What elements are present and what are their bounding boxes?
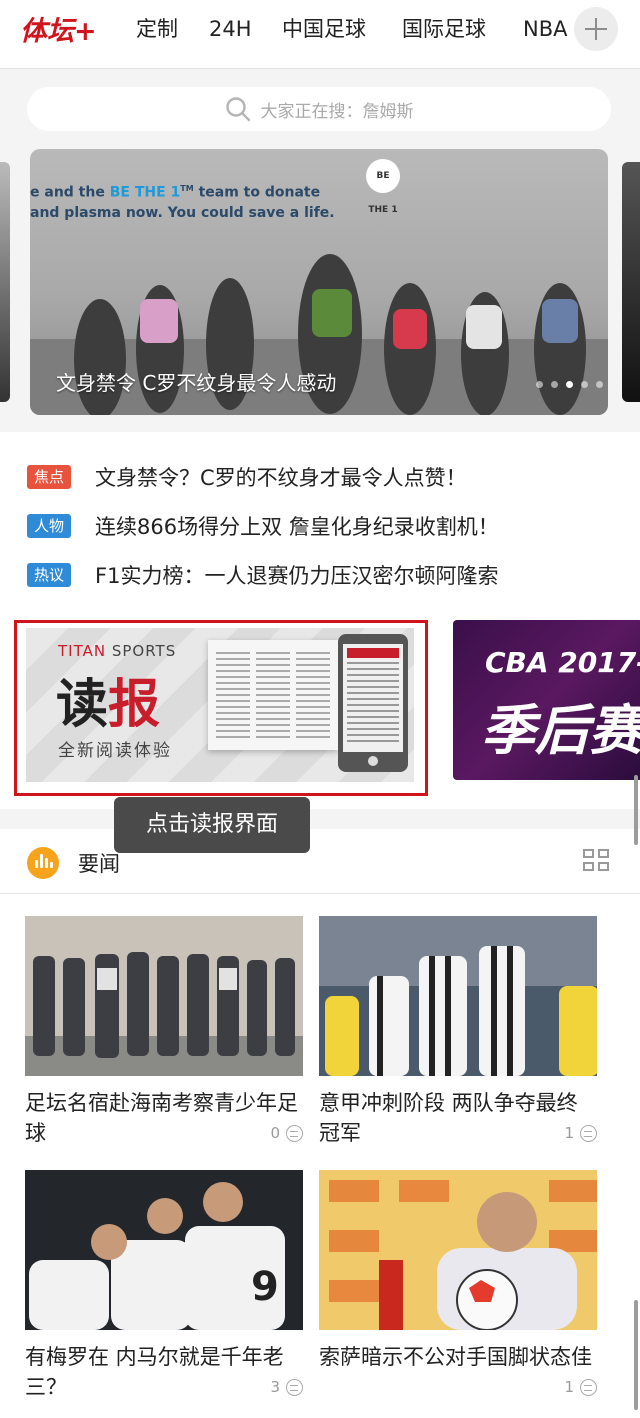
- titan-sports-brand: TITAN SPORTS: [58, 642, 177, 660]
- vertical-scrollbar-lower[interactable]: [634, 1300, 638, 1410]
- comment-icon: [286, 1378, 303, 1396]
- comment-icon: [580, 1124, 597, 1142]
- carousel-dot[interactable]: [581, 381, 588, 388]
- news-card[interactable]: 足坛名宿赴海南考察青少年足球 0: [25, 916, 303, 1146]
- carousel-dot-active[interactable]: [566, 381, 573, 388]
- banner-wall-text: e and the BE THE 1TM team to donate and …: [30, 184, 335, 221]
- read-newspaper-promo[interactable]: TITAN SPORTS 读报 全新阅读体验: [14, 620, 428, 796]
- search-input[interactable]: 大家正在搜：詹姆斯: [27, 87, 611, 131]
- comment-count: 0: [270, 1124, 303, 1142]
- focus-tag: 焦点: [27, 465, 71, 489]
- news-card[interactable]: 9 有梅罗在 内马尔就是千年老三？ 3: [25, 1170, 303, 1400]
- tab-24h[interactable]: 24H: [209, 14, 252, 44]
- card-thumbnail: 9: [25, 1170, 303, 1330]
- tab-nba[interactable]: NBA: [523, 14, 567, 44]
- tab-intl-football[interactable]: 国际足球: [402, 14, 486, 44]
- comment-count: 3: [270, 1378, 303, 1396]
- carousel-dot[interactable]: [551, 381, 558, 388]
- carousel-prev-slide[interactable]: [0, 162, 10, 402]
- search-placeholder: 大家正在搜：詹姆斯: [260, 101, 414, 122]
- section-title: 要闻: [78, 852, 120, 876]
- search-icon: [225, 97, 250, 122]
- list-item-title: 连续866场得分上双 詹皇化身纪录收割机！: [95, 515, 499, 539]
- vertical-scrollbar[interactable]: [634, 775, 638, 845]
- card-title: 有梅罗在 内马尔就是千年老三？: [25, 1345, 284, 1399]
- card-thumbnail: [319, 1170, 597, 1330]
- hot-tag: 热议: [27, 563, 71, 587]
- carousel-dot[interactable]: [596, 381, 603, 388]
- section-header: 要闻: [0, 829, 640, 894]
- card-title: 意甲冲刺阶段 两队争夺最终冠军: [319, 1091, 578, 1145]
- comment-icon: [580, 1378, 597, 1396]
- list-item[interactable]: 焦点 文身禁令？C罗的不纹身才最令人点赞！: [27, 462, 467, 492]
- cba-promo-line1: CBA 2017-: [485, 646, 640, 679]
- top-nav-bar: 体坛+ 定制 24H 中国足球 国际足球 NBA: [0, 0, 640, 69]
- comment-count: 1: [564, 1378, 597, 1396]
- list-item-title: 文身禁令？C罗的不纹身才最令人点赞！: [95, 466, 467, 490]
- news-card-grid: 足坛名宿赴海南考察青少年足球 0 意甲冲刺阶段 两队争夺最终冠军 1 9 有梅罗…: [0, 894, 640, 1418]
- headline-banner[interactable]: e and the BE THE 1TM team to donate and …: [30, 149, 608, 415]
- read-newspaper-title: 读报: [56, 675, 161, 735]
- add-channel-icon[interactable]: [574, 7, 618, 51]
- promo-subtitle: 全新阅读体验: [58, 741, 172, 761]
- audio-wave-icon: [27, 847, 59, 879]
- tab-china-football[interactable]: 中国足球: [282, 14, 366, 44]
- grid-view-icon[interactable]: [583, 849, 611, 873]
- logo-text: 体坛+: [20, 16, 97, 47]
- card-title: 索萨暗示不公对手国脚状态佳: [319, 1345, 592, 1369]
- carousel-dot[interactable]: [536, 381, 543, 388]
- comment-count: 1: [564, 1124, 597, 1142]
- news-card[interactable]: 索萨暗示不公对手国脚状态佳 1: [319, 1170, 597, 1400]
- tablet-illustration: [338, 634, 408, 772]
- card-thumbnail: [25, 916, 303, 1076]
- list-item-title: F1实力榜：一人退赛仍力压汉密尔顿阿隆索: [95, 564, 499, 588]
- card-thumbnail: [319, 916, 597, 1076]
- person-tag: 人物: [27, 514, 71, 538]
- svg-text:9: 9: [251, 1264, 279, 1310]
- titan-plus-logo[interactable]: 体坛+: [20, 10, 104, 50]
- comment-icon: [286, 1124, 303, 1142]
- tab-custom[interactable]: 定制: [136, 14, 178, 44]
- newspaper-illustration: [208, 640, 338, 750]
- carousel-indicators: [536, 381, 608, 388]
- banner-caption: 文身禁令 C罗不纹身最令人感动: [56, 371, 337, 395]
- carousel-next-slide[interactable]: [622, 162, 640, 402]
- be-the-1-badge: BE THE 1: [366, 159, 400, 215]
- headline-list: 焦点 文身禁令？C罗的不纹身才最令人点赞！ 人物 连续866场得分上双 詹皇化身…: [0, 432, 640, 617]
- list-item[interactable]: 人物 连续866场得分上双 詹皇化身纪录收割机！: [27, 511, 499, 541]
- list-item[interactable]: 热议 F1实力榜：一人退赛仍力压汉密尔顿阿隆索: [27, 560, 498, 590]
- read-newspaper-tooltip: 点击读报界面: [114, 797, 310, 853]
- news-card[interactable]: 意甲冲刺阶段 两队争夺最终冠军 1: [319, 916, 597, 1146]
- card-title: 足坛名宿赴海南考察青少年足球: [25, 1091, 298, 1145]
- cba-promo-line2: 季后赛: [481, 699, 640, 762]
- cba-playoffs-promo[interactable]: CBA 2017- 季后赛: [453, 620, 640, 780]
